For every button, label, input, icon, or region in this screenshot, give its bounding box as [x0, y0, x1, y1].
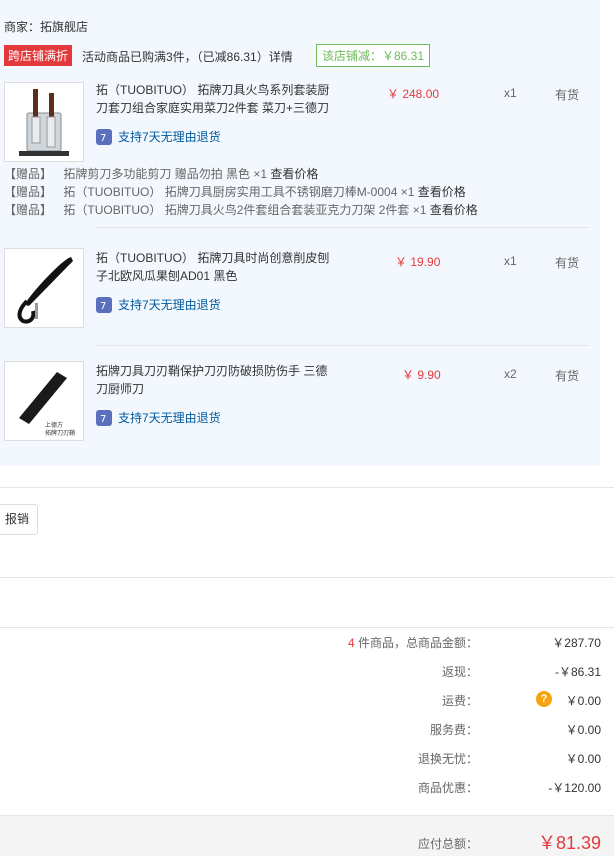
product-price: ￥ 19.90 — [395, 255, 441, 269]
return-worry-free-label: 退换无忧： — [417, 752, 478, 766]
peeler-image — [17, 257, 73, 324]
stock-status: 有货 — [555, 88, 580, 102]
product-thumb-sheath[interactable]: 上德方 拓牌刀刃鞘 — [4, 361, 84, 441]
product-name[interactable]: 拓（TUOBITUO） 拓牌刀具火鸟系列套装厨刀套刀组合家庭实用菜刀2件套 菜刀… — [96, 81, 336, 117]
gift-row: 【赠品】 拓（TUOBITUO） 拓牌刀具厨房实用工具不锈钢磨刀棒M-0004 … — [4, 183, 466, 200]
gift-name[interactable]: 拓（TUOBITUO） 拓牌刀具火鸟2件套组合套装亚克力刀架 2件套 ×1 — [63, 203, 426, 217]
payable-label: 应付总额： — [417, 837, 478, 851]
gift-price-link[interactable]: 查看价格 — [270, 167, 318, 181]
return-policy-label: 支持7天无理由退货 — [118, 130, 221, 144]
stock-status: 有货 — [555, 256, 580, 270]
gift-price-link[interactable]: 查看价格 — [418, 185, 466, 199]
gift-tag: 【赠品】 — [4, 203, 53, 217]
product-name[interactable]: 拓（TUOBITUO） 拓牌刀具时尚创意削皮刨子北欧风瓜果刨AD01 黑色 — [96, 249, 336, 285]
gift-name[interactable]: 拓（TUOBITUO） 拓牌刀具厨房实用工具不锈钢磨刀棒M-0004 ×1 — [63, 185, 414, 199]
product-thumb-peeler[interactable] — [4, 248, 84, 328]
stock-status: 有货 — [555, 369, 580, 383]
svg-text:7: 7 — [100, 301, 106, 312]
product-qty: x2 — [504, 367, 517, 381]
promo-text[interactable]: 活动商品已购满3件，（已减86.31）详情 — [82, 48, 293, 65]
return-worry-free-value: ￥0.00 — [565, 752, 601, 766]
section-divider — [0, 487, 614, 488]
gift-tag: 【赠品】 — [4, 167, 53, 181]
promo-badge: 跨店铺满折 — [4, 45, 73, 66]
seven-day-return-icon: 7 — [96, 296, 112, 313]
product-qty: x1 — [504, 86, 517, 100]
product-qty: x1 — [504, 254, 517, 268]
reimburse-button[interactable]: 报销 — [0, 504, 38, 535]
svg-text:7: 7 — [100, 133, 106, 144]
knife-block-image — [19, 89, 69, 156]
gift-price-link[interactable]: 查看价格 — [430, 203, 478, 217]
payable-value: ￥81.39 — [537, 833, 601, 853]
thumb-caption: 上德方 拓牌刀刃鞘 — [45, 423, 76, 437]
section-divider — [0, 627, 614, 628]
product-price: ￥ 248.00 — [387, 87, 440, 101]
gift-tag: 【赠品】 — [4, 185, 53, 199]
service-fee-value: ￥0.00 — [565, 723, 601, 737]
goods-total-value: ￥287.70 — [552, 636, 601, 650]
return-policy-label: 支持7天无理由退货 — [118, 411, 221, 425]
service-fee-label: 服务费： — [429, 723, 478, 737]
section-divider — [0, 577, 614, 578]
shipping-help-icon[interactable]: ? — [536, 691, 552, 707]
shipping-label: 运费： — [441, 694, 478, 708]
store-discount-badge: 该店铺减：￥86.31 — [316, 44, 431, 67]
product-name[interactable]: 拓牌刀具刀刃鞘保护刀刃防破损防伤手 三德刀厨师刀 — [96, 362, 336, 398]
shipping-value: ￥0.00 — [565, 694, 601, 708]
gift-row: 【赠品】 拓牌剪刀多功能剪刀 赠品勿拍 黑色 ×1 查看价格 — [4, 165, 318, 182]
return-policy[interactable]: 7 支持7天无理由退货 — [96, 296, 221, 313]
return-policy-label: 支持7天无理由退货 — [118, 298, 221, 312]
cashback-value: -￥86.31 — [554, 665, 601, 679]
goods-discount-value: -￥120.00 — [548, 781, 601, 795]
goods-discount-label: 商品优惠： — [417, 781, 478, 795]
merchant-name: 商家：拓旗舰店 — [4, 20, 89, 34]
product-thumb-knife-block[interactable] — [4, 82, 84, 162]
seven-day-return-icon: 7 — [96, 128, 112, 145]
gift-row: 【赠品】 拓（TUOBITUO） 拓牌刀具火鸟2件套组合套装亚克力刀架 2件套 … — [4, 201, 478, 218]
payable-total-bar: 应付总额： ￥81.39 — [0, 815, 614, 856]
item-divider — [96, 345, 590, 346]
goods-count: 4 — [347, 636, 355, 650]
return-policy[interactable]: 7 支持7天无理由退货 — [96, 128, 221, 145]
gift-name[interactable]: 拓牌剪刀多功能剪刀 赠品勿拍 黑色 ×1 — [63, 167, 267, 181]
seven-day-return-icon: 7 — [96, 409, 112, 426]
product-price: ￥ 9.90 — [402, 368, 441, 382]
svg-text:7: 7 — [100, 414, 106, 425]
goods-count-label: 4 件商品，总商品金额： — [347, 636, 478, 650]
return-policy[interactable]: 7 支持7天无理由退货 — [96, 409, 221, 426]
cashback-label: 返现： — [441, 665, 478, 679]
item-divider — [96, 227, 590, 228]
